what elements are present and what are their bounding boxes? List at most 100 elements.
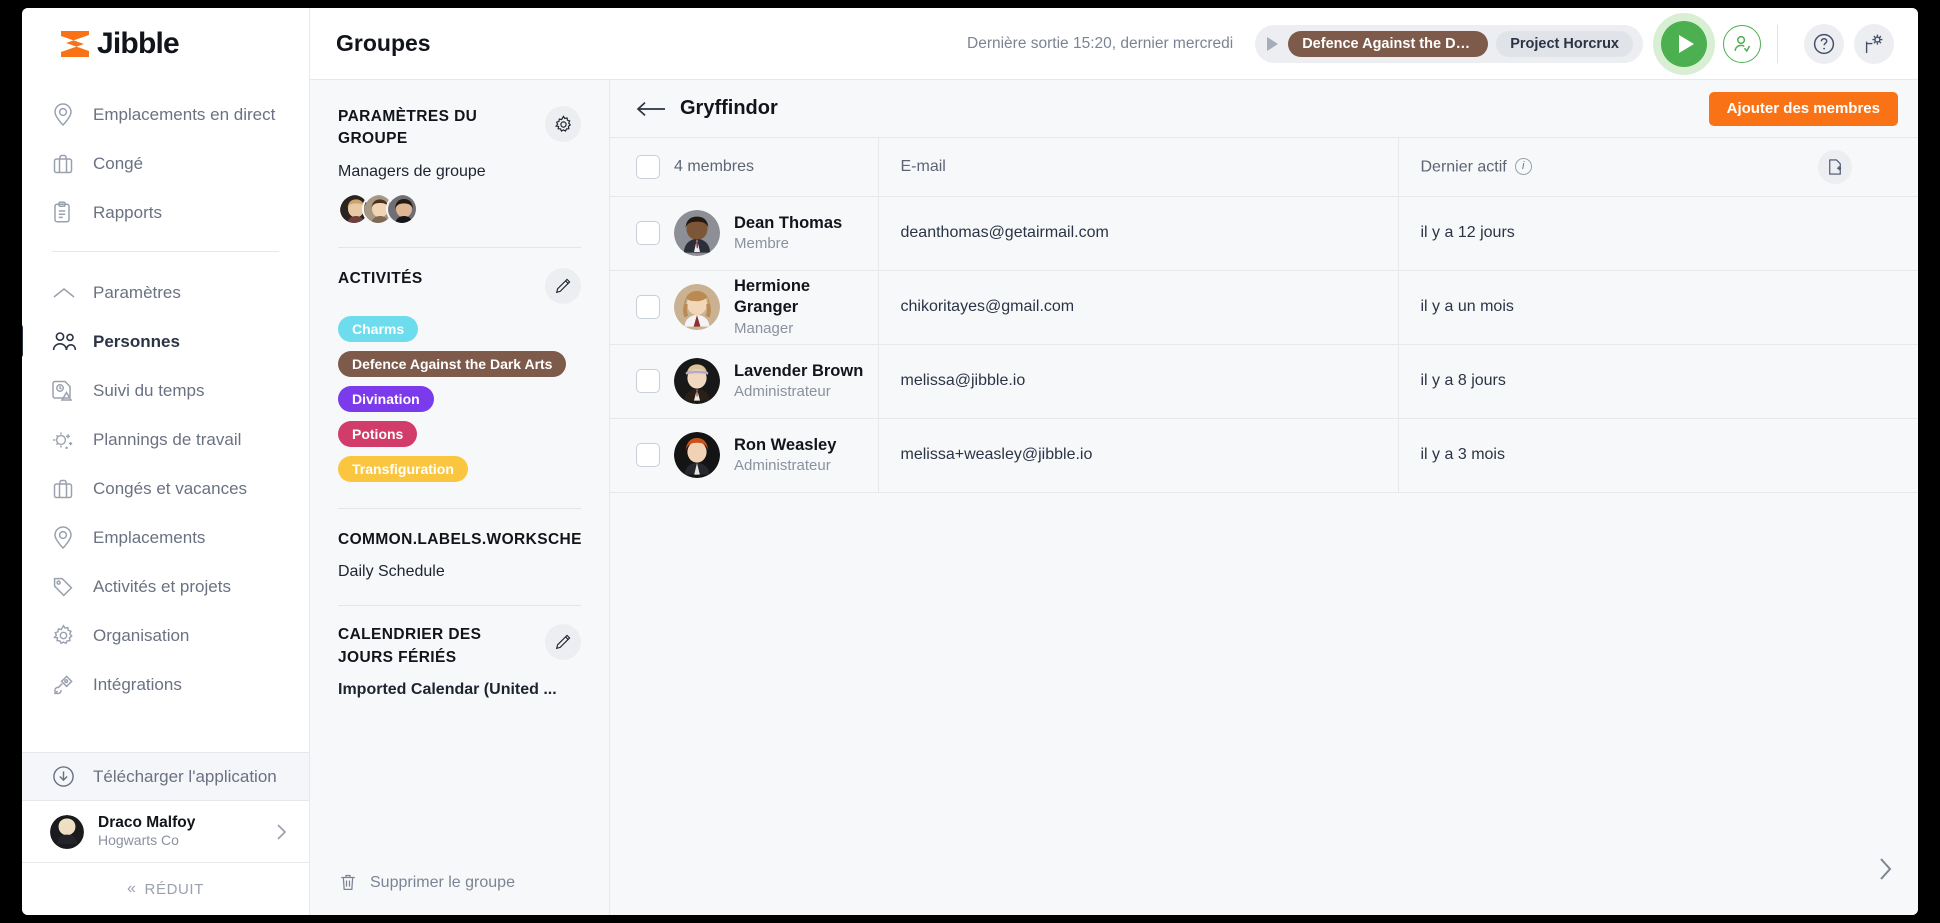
table-row[interactable]: Lavender Brown Administrateur melissa@ji…	[610, 344, 1918, 419]
activity-tag[interactable]: Potions	[338, 420, 418, 447]
sidebar-item-live-locations[interactable]: Emplacements en direct	[22, 90, 309, 139]
person-role: Manager	[734, 319, 794, 337]
briefcase-icon	[52, 152, 80, 176]
delete-group-label: Supprimer le groupe	[370, 873, 515, 891]
sidebar-item-label: Rapports	[93, 202, 162, 222]
gear-icon	[554, 114, 573, 134]
help-button[interactable]	[1804, 23, 1844, 64]
sidebar-item-leave[interactable]: Congé	[22, 139, 309, 188]
row-select-cell	[610, 196, 674, 271]
activity-tag[interactable]: Defence Against the Dark Arts	[338, 350, 567, 377]
sidebar-item-label: Emplacements	[93, 527, 206, 547]
sidebar-item-time-tracking[interactable]: Suivi du temps	[22, 366, 309, 415]
activities-title: ACTIVITÉS	[338, 269, 423, 287]
manager-avatars[interactable]	[338, 192, 581, 225]
sidebar-item-label: Congés et vacances	[93, 478, 248, 498]
group-settings-title: PARAMÈTRES DU GROUPE	[338, 108, 478, 148]
location-pin-icon	[52, 102, 80, 127]
row-checkbox[interactable]	[636, 221, 660, 245]
sidebar-group-2: Paramètres Personnes Suivi du temps Plan…	[22, 258, 309, 717]
download-icon	[52, 765, 80, 789]
sidebar-user-account[interactable]: Draco Malfoy Hogwarts Co	[22, 801, 309, 863]
add-members-button[interactable]: Ajouter des membres	[1708, 91, 1898, 126]
holiday-calendar-value: Imported Calendar (United ...	[338, 681, 557, 699]
person-role: Administrateur	[734, 382, 831, 400]
sidebar-item-organisation[interactable]: Organisation	[22, 611, 309, 660]
user-org: Hogwarts Co	[98, 832, 179, 849]
sidebar-item-label: Paramètres	[93, 282, 181, 302]
back-arrow-icon[interactable]	[636, 101, 666, 117]
clipboard-icon	[52, 201, 80, 225]
group-settings-panel: PARAMÈTRES DU GROUPE Managers de groupe	[310, 80, 610, 915]
sidebar-collapse-button[interactable]: « RÉDUIT	[22, 863, 309, 915]
active-tracker-pill[interactable]: Defence Against the Da... Project Horcru…	[1255, 24, 1643, 63]
sidebar-item-label: Plannings de travail	[93, 429, 242, 449]
managers-label: Managers de groupe	[338, 162, 486, 180]
row-extra-cell	[1818, 418, 1918, 493]
tracker-project-chip[interactable]: Project Horcrux	[1496, 30, 1633, 57]
settings-button[interactable]	[1854, 23, 1894, 64]
person-name: Dean Thomas	[734, 213, 843, 232]
person: Ron Weasley Administrateur	[674, 432, 878, 478]
tracker-activity-chip[interactable]: Defence Against the Da...	[1288, 30, 1489, 57]
row-checkbox[interactable]	[636, 443, 660, 467]
email-header: E-mail	[878, 138, 1399, 197]
briefcase-icon	[52, 477, 80, 501]
row-extra-cell	[1818, 344, 1918, 419]
member-count-header: 4 membres	[674, 138, 879, 197]
info-icon[interactable]: i	[1514, 157, 1532, 175]
sidebar-item-locations[interactable]: Emplacements	[22, 513, 309, 562]
table-row[interactable]: Dean Thomas Membre deanthomas@getairmail…	[610, 196, 1918, 271]
people-icon	[52, 330, 80, 354]
table-header-row: 4 membres E-mail Dernier actif i	[610, 138, 1918, 197]
time-tracking-icon	[52, 379, 80, 403]
export-columns-button[interactable]	[1818, 149, 1852, 184]
members-table-body: Dean Thomas Membre deanthomas@getairmail…	[610, 196, 1918, 493]
divider	[338, 246, 581, 248]
next-page-button[interactable]	[1878, 857, 1892, 881]
sidebar-item-people[interactable]: Personnes	[22, 317, 309, 366]
sidebar-item-label: Personnes	[93, 331, 180, 351]
sidebar-item-download-app[interactable]: Télécharger l'application	[22, 752, 309, 801]
holiday-calendar-title: CALENDRIER DES JOURS FÉRIÉS	[338, 626, 482, 666]
row-select-cell	[610, 344, 674, 419]
edit-activities-button[interactable]	[545, 267, 581, 304]
clock-in-user-button[interactable]	[1723, 24, 1761, 63]
edit-holiday-calendar-button[interactable]	[545, 624, 581, 661]
sidebar-item-reports[interactable]: Rapports	[22, 188, 309, 237]
activity-tag[interactable]: Transfiguration	[338, 455, 468, 482]
brand-logo[interactable]: Jibble	[22, 8, 309, 80]
activity-tag[interactable]: Charms	[338, 315, 419, 342]
brand-name: Jibble	[97, 27, 180, 60]
sidebar-item-integrations[interactable]: Intégrations	[22, 660, 309, 709]
select-all-checkbox[interactable]	[636, 154, 660, 179]
avatar	[674, 358, 720, 404]
user-name: Draco Malfoy	[98, 814, 196, 832]
person-name: Lavender Brown	[734, 361, 864, 380]
group-settings-gear-button[interactable]	[545, 106, 581, 142]
sidebar-item-label: Organisation	[93, 625, 190, 645]
sidebar-item-leaves-holidays[interactable]: Congés et vacances	[22, 464, 309, 513]
row-extra-cell	[1818, 196, 1918, 271]
person: Lavender Brown Administrateur	[674, 358, 878, 404]
person-meta: Dean Thomas Membre	[734, 213, 842, 254]
user-check-icon	[1731, 33, 1753, 55]
sidebar-item-work-schedules[interactable]: Plannings de travail	[22, 415, 309, 464]
export-header	[1818, 138, 1918, 197]
sidebar-item-settings[interactable]: Paramètres	[22, 268, 309, 317]
play-small-icon	[1267, 36, 1279, 51]
row-checkbox[interactable]	[636, 295, 660, 319]
members-header: Gryffindor Ajouter des membres	[610, 80, 1918, 138]
table-row[interactable]: Ron Weasley Administrateur melissa+weasl…	[610, 418, 1918, 493]
main-region: Groupes Dernière sortie 15:20, dernier m…	[310, 8, 1918, 915]
row-checkbox[interactable]	[636, 369, 660, 393]
table-row[interactable]: Hermione Granger Manager chikoritayes@gm…	[610, 270, 1918, 345]
avatar	[50, 814, 84, 849]
start-timer-button[interactable]	[1653, 12, 1715, 75]
sidebar-item-activities-projects[interactable]: Activités et projets	[22, 562, 309, 611]
tag-icon	[52, 575, 80, 599]
sidebar-item-label: Emplacements en direct	[93, 104, 276, 124]
member-cell: Hermione Granger Manager	[674, 270, 879, 345]
activity-tag[interactable]: Divination	[338, 385, 434, 412]
delete-group-button[interactable]: Supprimer le groupe	[338, 872, 515, 893]
